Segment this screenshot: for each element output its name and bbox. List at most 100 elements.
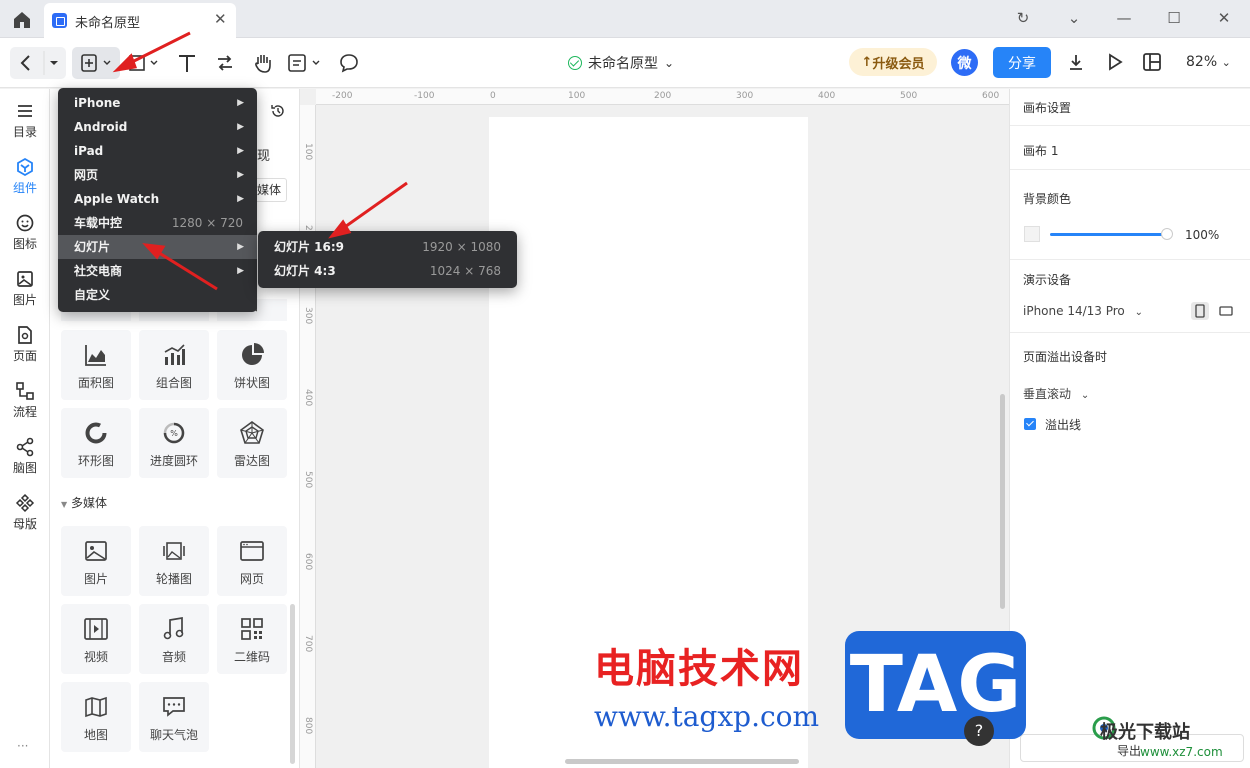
component-area-chart[interactable]: 面积图 bbox=[61, 330, 131, 400]
download-icon[interactable] bbox=[1066, 52, 1086, 72]
portrait-orientation-button[interactable] bbox=[1191, 302, 1209, 320]
menu-item-label: Android bbox=[74, 120, 128, 134]
component-map[interactable]: 地图 bbox=[61, 682, 131, 752]
component-radar-chart[interactable]: 雷达图 bbox=[217, 408, 287, 478]
section-media[interactable]: ▼ 多媒体 bbox=[61, 494, 107, 511]
opacity-slider-handle[interactable] bbox=[1161, 228, 1173, 240]
nav-item-directory[interactable]: 目录 bbox=[0, 101, 50, 140]
menu-item-slides[interactable]: 幻灯片 ▶ bbox=[58, 235, 257, 259]
device-select[interactable]: iPhone 14/13 Pro ⌄ bbox=[1023, 304, 1143, 318]
title-bar: 未命名原型 ✕ ↻ ⌄ — ☐ ✕ bbox=[0, 0, 1250, 38]
menu-item-apple-watch[interactable]: Apple Watch ▶ bbox=[58, 187, 257, 211]
component-ring-chart[interactable]: 环形图 bbox=[61, 408, 131, 478]
menu-item-slide-16-9[interactable]: 幻灯片 16:9 1920 × 1080 bbox=[258, 235, 517, 259]
menu-item-iphone[interactable]: iPhone ▶ bbox=[58, 91, 257, 115]
slides-submenu: 幻灯片 16:9 1920 × 1080 幻灯片 4:3 1024 × 768 bbox=[258, 231, 517, 288]
avatar[interactable]: 微 bbox=[951, 49, 978, 76]
panel-tab-fragment[interactable]: 现 bbox=[257, 145, 270, 164]
share-button[interactable]: 分享 bbox=[993, 47, 1051, 78]
home-icon[interactable] bbox=[10, 9, 34, 31]
component-video[interactable]: 视频 bbox=[61, 604, 131, 674]
ruler-tick: 800 bbox=[303, 717, 313, 735]
menu-item-ipad[interactable]: iPad ▶ bbox=[58, 139, 257, 163]
document-title-text: 未命名原型 bbox=[588, 56, 658, 72]
component-progress-ring[interactable]: % 进度圆环 bbox=[139, 408, 209, 478]
menu-item-label: 幻灯片 16:9 bbox=[274, 240, 345, 254]
canvas-horizontal-scrollbar[interactable] bbox=[565, 759, 799, 764]
new-page-button[interactable] bbox=[72, 47, 120, 79]
connector-tool-button[interactable] bbox=[212, 47, 238, 79]
refresh-icon[interactable]: ↻ bbox=[1013, 9, 1033, 27]
nav-item-components[interactable]: 组件 bbox=[0, 157, 50, 196]
tab-close-icon[interactable]: ✕ bbox=[214, 10, 227, 28]
component-chat-bubble[interactable]: 聊天气泡 bbox=[139, 682, 209, 752]
document-tab[interactable]: 未命名原型 ✕ bbox=[44, 3, 236, 38]
component-label: 雷达图 bbox=[233, 454, 270, 468]
menu-item-size: 1024 × 768 bbox=[429, 264, 501, 278]
hand-tool-button[interactable] bbox=[250, 47, 276, 79]
component-image[interactable]: 图片 bbox=[61, 526, 131, 596]
component-webpage[interactable]: 网页 bbox=[217, 526, 287, 596]
close-window-button[interactable]: ✕ bbox=[1214, 9, 1234, 27]
history-icon[interactable] bbox=[270, 103, 286, 119]
menu-item-custom[interactable]: 自定义 bbox=[58, 283, 257, 307]
nav-item-mindmap[interactable]: 脑图 bbox=[0, 437, 50, 476]
overflow-line-checkbox[interactable] bbox=[1024, 418, 1036, 430]
section-title: 多媒体 bbox=[70, 496, 107, 510]
nav-item-images[interactable]: 图片 bbox=[0, 269, 50, 308]
watermark-tag-logo: TAG bbox=[845, 631, 1026, 739]
nav-item-flow[interactable]: 流程 bbox=[0, 381, 50, 420]
back-arrow-icon bbox=[20, 51, 58, 75]
component-carousel[interactable]: 轮播图 bbox=[139, 526, 209, 596]
chevron-right-icon: ▶ bbox=[237, 242, 244, 252]
toolbar: 未命名原型 ⌄ ↑ 升级会员 微 分享 82% ⌄ bbox=[0, 38, 1250, 88]
nav-label: 图片 bbox=[12, 293, 37, 307]
canvas-name[interactable]: 画布 1 bbox=[1023, 142, 1058, 159]
document-title[interactable]: 未命名原型 ⌄ bbox=[568, 53, 674, 73]
layout-icon[interactable] bbox=[1142, 52, 1162, 72]
menu-item-social-commerce[interactable]: 社交电商 ▶ bbox=[58, 259, 257, 283]
master-icon bbox=[15, 493, 35, 513]
note-tool-button[interactable] bbox=[286, 47, 326, 79]
device-value: iPhone 14/13 Pro bbox=[1023, 304, 1125, 318]
help-button[interactable]: ? bbox=[964, 716, 994, 746]
frame-tool-button[interactable] bbox=[124, 47, 164, 79]
component-qrcode[interactable]: 二维码 bbox=[217, 604, 287, 674]
component-combo-chart[interactable]: 组合图 bbox=[139, 330, 209, 400]
more-icon[interactable]: ··· bbox=[17, 739, 28, 753]
zoom-selector[interactable]: 82% ⌄ bbox=[1186, 54, 1231, 70]
opacity-slider[interactable] bbox=[1050, 233, 1168, 236]
chevron-down-icon[interactable]: ⌄ bbox=[1064, 9, 1084, 27]
music-note-icon bbox=[163, 616, 184, 640]
component-audio[interactable]: 音频 bbox=[139, 604, 209, 674]
menu-item-web[interactable]: 网页 ▶ bbox=[58, 163, 257, 187]
menu-item-slide-4-3[interactable]: 幻灯片 4:3 1024 × 768 bbox=[258, 259, 517, 283]
play-icon[interactable] bbox=[1105, 52, 1125, 72]
nav-item-icons[interactable]: 图标 bbox=[0, 213, 50, 252]
minimize-button[interactable]: — bbox=[1114, 9, 1134, 27]
component-label: 组合图 bbox=[155, 376, 192, 390]
back-button[interactable] bbox=[10, 47, 66, 79]
radar-chart-icon bbox=[240, 421, 264, 444]
upgrade-arrow-icon: ↑ bbox=[861, 54, 873, 70]
export-label: 导出 bbox=[1117, 744, 1142, 758]
app-logo-icon bbox=[52, 13, 67, 28]
text-tool-button[interactable] bbox=[174, 47, 200, 79]
bg-color-swatch[interactable] bbox=[1024, 226, 1040, 242]
menu-item-car[interactable]: 车载中控 1280 × 720 bbox=[58, 211, 257, 235]
upgrade-button[interactable]: ↑ 升级会员 bbox=[849, 48, 937, 76]
comment-tool-button[interactable] bbox=[336, 47, 362, 79]
component-pie-chart[interactable]: 饼状图 bbox=[217, 330, 287, 400]
mindmap-icon bbox=[16, 437, 34, 457]
menu-item-android[interactable]: Android ▶ bbox=[58, 115, 257, 139]
nav-label: 脑图 bbox=[12, 461, 37, 475]
landscape-orientation-button[interactable] bbox=[1217, 302, 1235, 320]
maximize-button[interactable]: ☐ bbox=[1164, 9, 1184, 27]
nav-item-pages[interactable]: 页面 bbox=[0, 325, 50, 364]
component-label: 环形图 bbox=[77, 454, 114, 468]
nav-item-master[interactable]: 母版 bbox=[0, 493, 50, 532]
ruler-left: 100 200 300 400 500 600 700 800 bbox=[300, 105, 316, 768]
canvas-vertical-scrollbar[interactable] bbox=[1000, 394, 1005, 609]
panel-scrollbar[interactable] bbox=[290, 604, 295, 764]
scroll-mode-select[interactable]: 垂直滚动 ⌄ bbox=[1023, 385, 1089, 402]
